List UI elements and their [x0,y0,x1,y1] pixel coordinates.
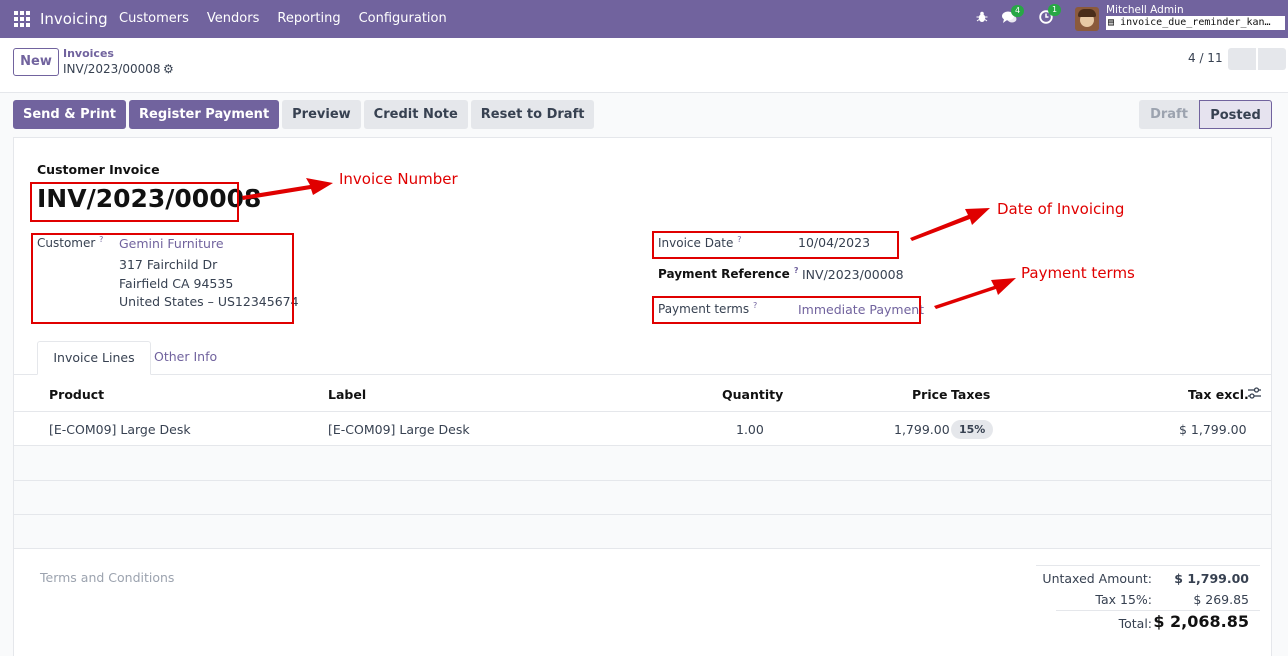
arrow-invoice-date [910,208,990,241]
arrow-invoice-number [242,178,333,200]
annotation-invoice-number: Invoice Number [339,170,458,188]
annotation-arrows [242,178,1016,309]
arrow-payment-terms [934,278,1016,309]
annotation-payment-terms: Payment terms [1021,264,1135,282]
annotation-invoice-date: Date of Invoicing [997,200,1125,218]
